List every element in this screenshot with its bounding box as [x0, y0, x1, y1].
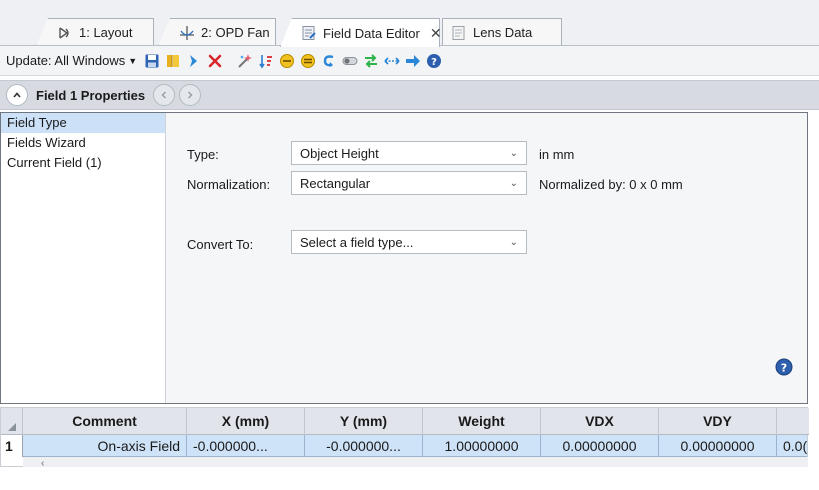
column-header-vdy[interactable]: VDY [659, 408, 777, 435]
chevron-left-icon [161, 91, 167, 99]
book-icon[interactable] [164, 52, 182, 70]
convert-to-select-value: Select a field type... [300, 234, 414, 250]
row-header-1[interactable]: 1 [1, 435, 23, 457]
tab-lens-data[interactable]: Lens Data [442, 18, 562, 46]
cell-x[interactable]: -0.000000... [187, 435, 305, 457]
tab-field-data-editor-label: Field Data Editor [323, 25, 420, 41]
grid-corner [1, 408, 23, 435]
lens-data-icon [451, 25, 467, 41]
forward-arrow-icon[interactable] [404, 52, 422, 70]
cell-vdx[interactable]: 0.00000000 [541, 435, 659, 457]
tab-layout[interactable]: 1: Layout [36, 18, 154, 46]
horizontal-scrollbar[interactable] [23, 457, 808, 467]
normalization-label: Normalization: [187, 177, 271, 192]
chevron-up-icon [13, 92, 21, 98]
help-icon[interactable]: ? [425, 52, 443, 70]
svg-text:?: ? [781, 362, 787, 375]
normalized-by-note: Normalized by: 0 x 0 mm [539, 177, 683, 192]
nav-item-fields-wizard[interactable]: Fields Wizard [1, 133, 165, 153]
type-unit-note: in mm [539, 147, 575, 162]
convert-to-label: Convert To: [187, 237, 254, 252]
column-header-weight[interactable]: Weight [423, 408, 541, 435]
cell-y[interactable]: -0.000000... [305, 435, 423, 457]
close-tab-icon[interactable]: ✕ [430, 25, 440, 42]
column-header-vdx[interactable]: VDX [541, 408, 659, 435]
toggle-icon[interactable] [341, 52, 359, 70]
type-label: Type: [187, 147, 219, 162]
cell-next[interactable]: 0.0( [777, 435, 807, 457]
type-select-value: Object Height [300, 145, 379, 161]
save-icon[interactable] [143, 52, 161, 70]
cell-comment[interactable]: On-axis Field [23, 435, 187, 457]
type-select[interactable]: Object Height ⌄ [291, 141, 527, 165]
section-title: Field 1 Properties [36, 87, 146, 103]
field-data-grid: Comment X (mm) Y (mm) Weight VDX VDY 1 O… [0, 407, 809, 469]
circle-minus-icon[interactable] [278, 52, 296, 70]
scroll-left-icon[interactable]: ‹ [41, 458, 44, 469]
chevron-down-icon: ⌄ [509, 147, 518, 159]
wizard-icon[interactable] [236, 52, 254, 70]
circle-equal-icon[interactable] [299, 52, 317, 70]
layout-icon [57, 25, 73, 41]
chevron-right-icon [188, 91, 193, 99]
tab-lens-data-label: Lens Data [473, 25, 533, 40]
help-icon[interactable]: ? [775, 358, 793, 376]
grid-header-row: Comment X (mm) Y (mm) Weight VDX VDY [1, 408, 809, 435]
collapse-button[interactable] [6, 84, 28, 106]
chevron-down-icon: ⌄ [509, 236, 518, 248]
tab-field-data-editor[interactable]: Field Data Editor ✕ [280, 18, 440, 47]
column-header-y[interactable]: Y (mm) [305, 408, 423, 435]
swap-icon[interactable] [362, 52, 380, 70]
column-header-next[interactable] [777, 408, 809, 435]
svg-text:?: ? [431, 57, 437, 68]
normalization-select-value: Rectangular [300, 175, 371, 191]
tab-opd-fan-label: 2: OPD Fan [201, 25, 270, 40]
delete-x-icon[interactable] [206, 52, 224, 70]
document-tab-strip: 1: Layout 2: OPD Fan Field Data Editor ✕… [0, 0, 819, 47]
cell-vdy[interactable]: 0.00000000 [659, 435, 777, 457]
next-field-button[interactable] [179, 84, 202, 106]
previous-field-button[interactable] [153, 84, 176, 106]
normalization-select[interactable]: Rectangular ⌄ [291, 171, 527, 195]
column-header-x[interactable]: X (mm) [187, 408, 305, 435]
editor-icon [301, 25, 317, 41]
update-windows-label: Update: All Windows [6, 53, 126, 68]
nav-item-current-field[interactable]: Current Field (1) [1, 153, 165, 173]
field-properties-header: Field 1 Properties [0, 80, 819, 110]
field-properties-panel: Field Type Fields Wizard Current Field (… [0, 112, 808, 404]
update-windows-dropdown[interactable]: Update: All Windows ▼ [6, 53, 137, 68]
column-header-comment[interactable]: Comment [23, 408, 187, 435]
insert-arrow-icon[interactable] [185, 52, 203, 70]
chevron-down-icon: ⌄ [509, 177, 518, 189]
editor-toolbar: Update: All Windows ▼ ? [0, 46, 819, 76]
toolbar-icon-group: ? [143, 52, 443, 70]
properties-nav: Field Type Fields Wizard Current Field (… [1, 113, 166, 403]
nav-item-field-type[interactable]: Field Type [1, 113, 165, 133]
cell-weight[interactable]: 1.00000000 [423, 435, 541, 457]
expand-arrows-icon[interactable] [383, 52, 401, 70]
tab-layout-label: 1: Layout [79, 25, 133, 40]
tab-opd-fan[interactable]: 2: OPD Fan [158, 18, 276, 46]
convert-to-select[interactable]: Select a field type... ⌄ [291, 230, 527, 254]
undo-icon[interactable] [320, 52, 338, 70]
opd-fan-icon [179, 25, 195, 41]
sort-icon[interactable] [257, 52, 275, 70]
caret-down-icon: ▼ [128, 55, 138, 66]
select-all-corner-icon[interactable] [7, 422, 17, 432]
